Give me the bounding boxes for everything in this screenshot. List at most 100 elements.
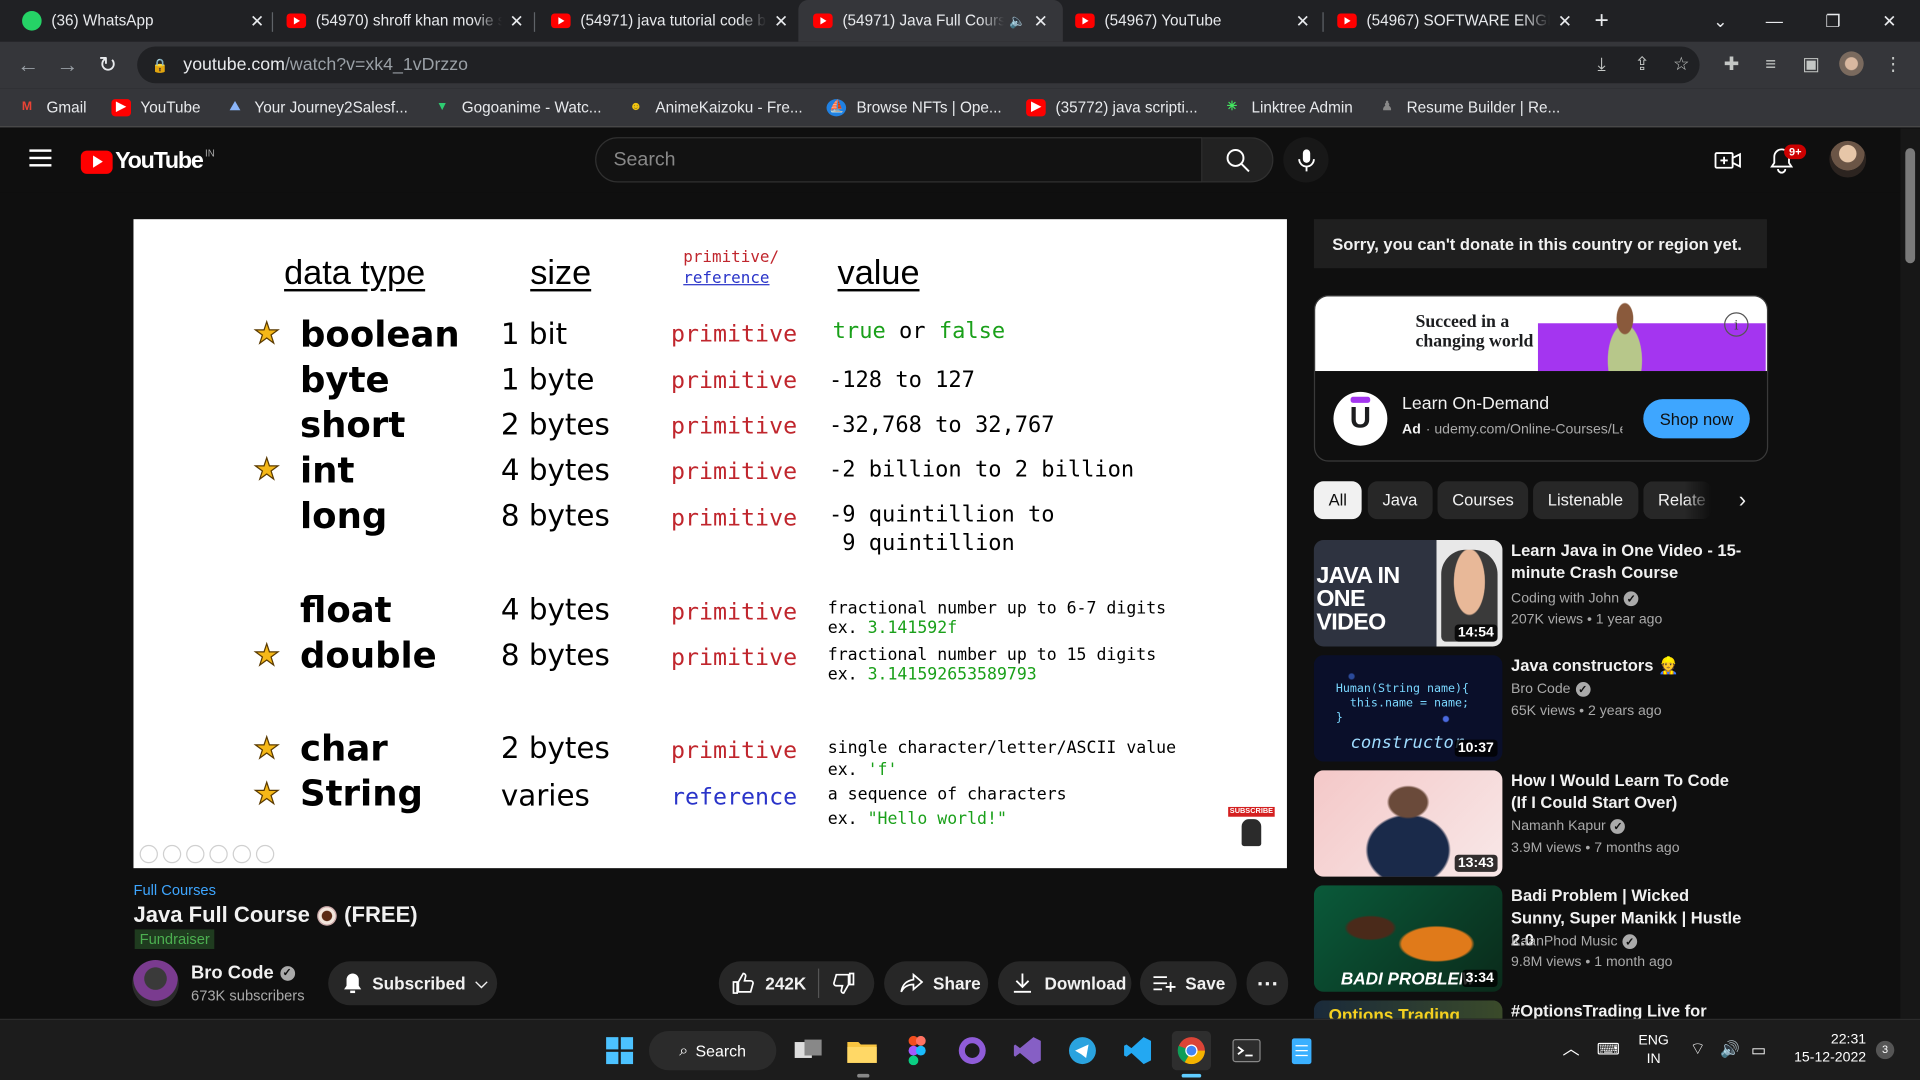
download-button[interactable]: Download — [997, 961, 1132, 1006]
dislike-button[interactable] — [832, 971, 856, 995]
voice-search-button[interactable] — [1283, 137, 1329, 183]
tab-close-icon[interactable]: ✕ — [1293, 10, 1313, 31]
page-scrollbar[interactable] — [1900, 128, 1920, 1019]
video-thumbnail[interactable]: Human(String name){ this.name = name; } … — [1313, 655, 1503, 762]
subscribed-button[interactable]: Subscribed ⌵ — [328, 961, 498, 1006]
bookmark-resume-builder[interactable]: ♟ Resume Builder | Re... — [1377, 99, 1561, 116]
channel-name[interactable]: Bro Code ✓ — [191, 962, 295, 983]
language-indicator[interactable]: ENG IN — [1638, 1032, 1669, 1069]
video-thumbnail[interactable]: Options Trading — [1313, 1000, 1503, 1019]
battery-icon[interactable]: ▭ — [1751, 1041, 1766, 1059]
chip-courses[interactable]: Courses — [1437, 481, 1529, 520]
shop-now-button[interactable]: Shop now — [1643, 399, 1750, 439]
bookmark-gmail[interactable]: M Gmail — [17, 99, 87, 116]
minimize-button[interactable]: — — [1746, 0, 1802, 42]
lock-icon[interactable]: 🔒 — [152, 57, 169, 73]
extensions-icon[interactable]: ✚ — [1719, 51, 1743, 75]
udemy-ad-card[interactable]: Succeed in a changing world i U Learn On-… — [1313, 295, 1769, 462]
bookmark-youtube[interactable]: ▶ YouTube — [111, 98, 201, 116]
chip-all[interactable]: All — [1313, 481, 1362, 520]
close-window-button[interactable]: ✕ — [1861, 0, 1917, 42]
recommendation-item[interactable]: 13:43 How I Would Learn To Code (If I Co… — [1313, 770, 1779, 880]
tab-close-icon[interactable]: ✕ — [1031, 10, 1051, 31]
side-panel-icon[interactable]: ▣ — [1799, 51, 1823, 75]
forward-button[interactable]: → — [54, 51, 81, 78]
video-player[interactable]: data type size primitive/ reference valu… — [133, 219, 1287, 869]
speaker-muted-icon[interactable]: 🔈 — [1009, 13, 1026, 29]
tab-close-icon[interactable]: ✕ — [507, 10, 527, 31]
video-category-link[interactable]: Full Courses — [133, 882, 215, 899]
tab-close-icon[interactable]: ✕ — [247, 10, 267, 31]
copy-circle-icon[interactable] — [209, 844, 228, 864]
fundraiser-badge[interactable]: Fundraiser — [134, 929, 215, 949]
recommendation-item[interactable]: JAVA IN ONE VIDEO 14:54 Learn Java in On… — [1313, 540, 1779, 650]
chrome-menu-icon[interactable]: ⋮ — [1881, 51, 1905, 75]
subscribe-watermark[interactable]: SUBSCRIBE — [1228, 806, 1275, 856]
tab-youtube-shroff[interactable]: (54970) shroff khan movie s ✕ — [286, 0, 527, 42]
bookmark-animekaizoku[interactable]: ☻ AnimeKaizoku - Fre... — [626, 99, 802, 116]
bookmark-gogoanime[interactable]: ▼ Gogoanime - Watc... — [432, 99, 601, 116]
media-queue-icon[interactable]: ≡ — [1758, 51, 1782, 75]
next-circle-icon[interactable] — [162, 844, 182, 864]
menu-hamburger-icon[interactable] — [29, 149, 52, 167]
more-actions-button[interactable]: ⋯ — [1246, 961, 1289, 1006]
chip-java[interactable]: Java — [1367, 481, 1433, 520]
volume-icon[interactable]: 🔊 — [1720, 1040, 1740, 1058]
visual-studio-icon[interactable] — [1008, 1031, 1047, 1070]
video-thumbnail[interactable]: 13:43 — [1313, 770, 1503, 877]
bookmark-journey2salesforce[interactable]: ⛰ Your Journey2Salesf... — [225, 99, 408, 116]
figma-icon[interactable] — [898, 1031, 937, 1070]
recommendation-item[interactable]: BADI PROBLEM 3:34 Badi Problem | Wicked … — [1313, 885, 1779, 995]
task-view-icon[interactable] — [789, 1031, 828, 1070]
chips-next-arrow-icon[interactable]: › — [1727, 484, 1759, 516]
tab-close-icon[interactable]: ✕ — [771, 10, 791, 31]
like-button[interactable]: 242K — [731, 971, 806, 995]
reload-button[interactable]: ↻ — [94, 51, 121, 78]
share-button[interactable]: Share — [884, 961, 989, 1006]
profile-avatar[interactable] — [1839, 51, 1864, 76]
install-app-icon[interactable]: ⤓ — [1589, 51, 1613, 75]
windows-start-icon[interactable] — [600, 1031, 639, 1070]
player-overlay-controls[interactable] — [139, 844, 275, 864]
youtube-logo[interactable]: YouTube IN — [80, 148, 215, 175]
search-button[interactable] — [1202, 137, 1274, 183]
more-circle-icon[interactable] — [255, 844, 275, 864]
file-explorer-icon[interactable] — [842, 1031, 881, 1070]
save-button[interactable]: Save — [1140, 961, 1237, 1006]
channel-avatar[interactable] — [132, 960, 179, 1007]
tab-search-chevron-icon[interactable]: ⌄ — [1692, 0, 1748, 42]
tab-java-full-course[interactable]: (54971) Java Full Course 🔈 ✕ — [798, 0, 1063, 42]
chrome-icon[interactable] — [1171, 1031, 1212, 1071]
bookmark-linktree[interactable]: ✳ Linktree Admin — [1222, 99, 1353, 116]
bookmark-java-scripting[interactable]: ▶ (35772) java scripti... — [1026, 98, 1198, 116]
info-icon[interactable]: i — [1724, 312, 1749, 337]
video-thumbnail[interactable]: BADI PROBLEM 3:34 — [1313, 885, 1503, 992]
scrollbar-thumb[interactable] — [1905, 148, 1916, 264]
telegram-icon[interactable] — [1063, 1031, 1102, 1070]
bookmark-opensea[interactable]: ⛵ Browse NFTs | Ope... — [827, 98, 1002, 116]
tab-youtube-java-tutorial[interactable]: (54971) java tutorial code b ✕ — [551, 0, 791, 42]
github-desktop-icon[interactable] — [953, 1031, 992, 1070]
ad-banner[interactable]: Succeed in a changing world i — [1315, 296, 1767, 372]
create-video-icon[interactable] — [1712, 144, 1744, 176]
chip-related[interactable]: Relate — [1643, 481, 1712, 520]
terminal-icon[interactable] — [1227, 1031, 1266, 1070]
notification-center-badge[interactable]: 3 — [1875, 1040, 1895, 1060]
keyboard-icon[interactable]: ⌨ — [1597, 1040, 1620, 1058]
recommendation-item[interactable]: Human(String name){ this.name = name; } … — [1313, 655, 1779, 765]
pen-circle-icon[interactable] — [186, 844, 205, 864]
tab-close-icon[interactable]: ✕ — [1555, 10, 1575, 31]
bookmark-star-icon[interactable]: ☆ — [1669, 51, 1693, 75]
tab-software-engineer[interactable]: (54967) SOFTWARE ENGINE ✕ — [1337, 0, 1575, 42]
address-bar[interactable]: 🔒 youtube.com/watch?v=xk4_1vDrzzo — [137, 46, 1700, 84]
notepad-icon[interactable] — [1282, 1031, 1321, 1070]
wifi-icon[interactable]: ⌔ — [1690, 1039, 1706, 1058]
chip-listenable[interactable]: Listenable — [1533, 481, 1638, 520]
tab-whatsapp[interactable]: (36) WhatsApp ✕ — [22, 0, 267, 42]
tab-youtube-home[interactable]: (54967) YouTube ✕ — [1075, 0, 1313, 42]
vscode-icon[interactable] — [1118, 1031, 1157, 1070]
new-tab-button[interactable]: + — [1582, 0, 1621, 42]
taskbar-search-button[interactable]: ⌕ Search — [648, 1031, 777, 1071]
zoom-circle-icon[interactable] — [232, 844, 252, 864]
restore-button[interactable]: ❐ — [1805, 0, 1861, 42]
